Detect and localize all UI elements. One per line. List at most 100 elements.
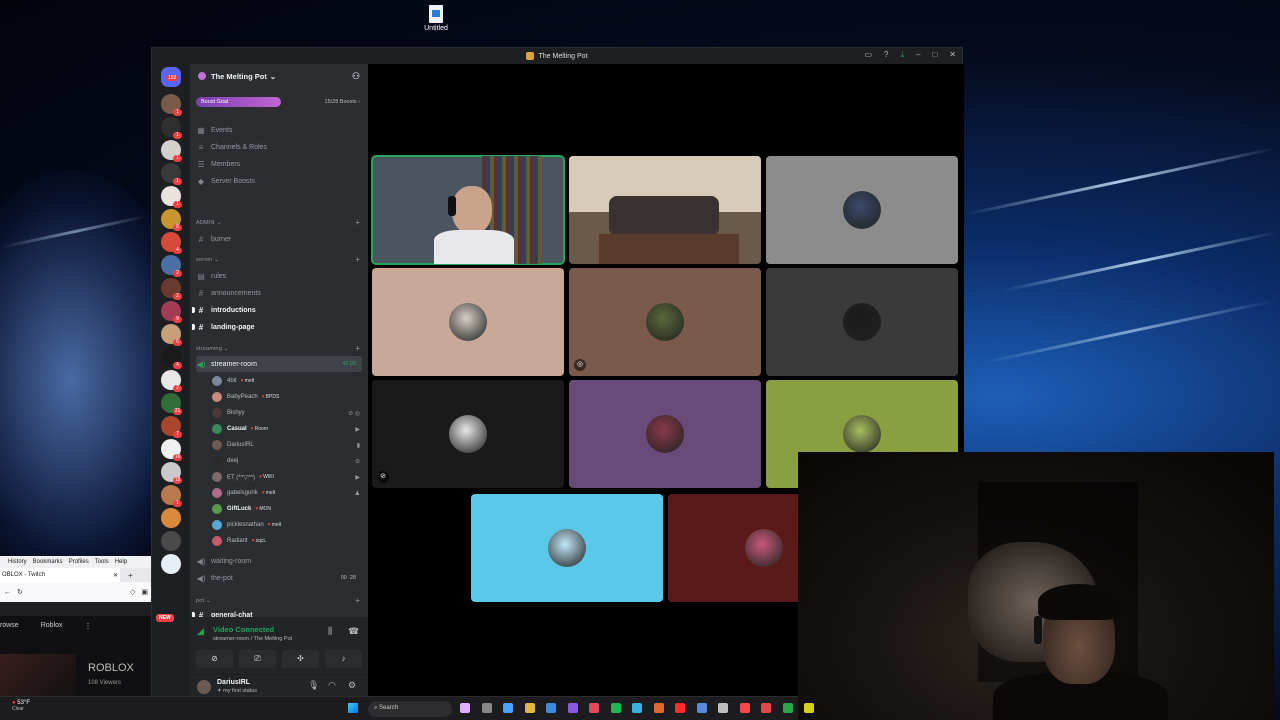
activities-button[interactable]: ✣	[282, 650, 319, 668]
participant-tile[interactable]	[766, 156, 958, 264]
taskbar-app-icon[interactable]	[546, 703, 556, 713]
participant-tile[interactable]: ⊘	[372, 380, 564, 488]
taskbar-app-icon[interactable]	[696, 703, 707, 713]
headphones-icon[interactable]: ◠	[328, 680, 336, 691]
windows-start-icon[interactable]	[348, 703, 358, 713]
channel-introductions[interactable]: # introductions	[192, 302, 362, 318]
channel-rules[interactable]: ▤ rules	[196, 268, 362, 284]
taskbar-app-icon[interactable]	[718, 703, 728, 713]
menu-events[interactable]: ▦ Events	[196, 122, 362, 138]
category-streaming[interactable]: streaming ⌄	[196, 346, 229, 352]
channel-the-pot[interactable]: ◀) the-pot 00 28	[196, 570, 362, 586]
taskbar-app-icon[interactable]	[524, 703, 535, 713]
microphone-icon[interactable]: 🎙︎	[308, 680, 319, 691]
voice-user[interactable]: picklesnathan ♥melt	[212, 517, 364, 533]
channel-burner[interactable]: # burner	[196, 231, 362, 247]
channel-landing-page[interactable]: # landing-page	[192, 319, 362, 335]
voice-user[interactable]: GiftLuck ♥MON	[212, 501, 364, 517]
reload-icon[interactable]: ↻	[17, 588, 23, 596]
browser-tab[interactable]: OBLOX - Twitch ✕	[0, 568, 120, 582]
menu-help[interactable]: Help	[115, 559, 127, 565]
minimize-icon[interactable]: –	[916, 50, 920, 60]
server-icon[interactable]	[161, 508, 181, 528]
voice-user[interactable]: BabyPeach ♥BPDS	[212, 389, 364, 405]
nav-browse[interactable]: rowse	[0, 622, 19, 630]
noise-suppression-icon[interactable]: ⫼	[328, 626, 332, 637]
taskbar-app-icon[interactable]	[460, 703, 470, 713]
stream-thumbnail[interactable]	[0, 654, 76, 698]
server-icon[interactable]	[161, 531, 181, 551]
new-tab-icon[interactable]: +	[128, 571, 133, 580]
menu-members[interactable]: ☰ Members	[196, 156, 362, 172]
invite-people-icon[interactable]: ⚇	[352, 71, 360, 82]
boost-goal[interactable]: Boost Goal 15/28 Boosts ›	[196, 97, 360, 107]
voice-user[interactable]: 4bit ♥melt	[212, 373, 364, 389]
taskbar-app-icon[interactable]	[761, 703, 771, 713]
back-icon[interactable]: ←	[4, 589, 11, 596]
channel-waiting-room[interactable]: ◀) waiting-room	[196, 553, 362, 569]
taskbar-app-icon[interactable]	[804, 703, 814, 713]
participant-tile[interactable]: ◎	[569, 268, 761, 376]
inbox-icon[interactable]: ▭	[864, 50, 872, 60]
weather-widget[interactable]: ● 53°F Clear	[12, 700, 30, 712]
download-icon[interactable]: ⤓	[900, 50, 904, 60]
menu-profiles[interactable]: Profiles	[69, 559, 89, 565]
category-server[interactable]: server ⌄	[196, 257, 219, 263]
camera-button[interactable]: ⊘	[196, 650, 233, 668]
participant-tile[interactable]	[372, 268, 564, 376]
connection-status[interactable]: Video Connected	[213, 625, 274, 634]
voice-user[interactable]: gabelsgunk ♥melt ♟	[212, 485, 364, 501]
soundboard-button[interactable]: ♪	[325, 650, 362, 668]
participant-tile[interactable]	[766, 268, 958, 376]
taskbar-app-icon[interactable]	[739, 703, 750, 713]
voice-user[interactable]: ET (*^▽^*) ♥WIKI ▶	[212, 469, 364, 485]
menu-channels-roles[interactable]: ≡ Channels & Roles	[196, 139, 362, 155]
server-header[interactable]: The Melting Pot ⌄ ⚇	[190, 64, 368, 88]
category-admin[interactable]: ADMIN ⌄	[196, 220, 221, 226]
menu-server-boosts[interactable]: ◆ Server Boosts	[196, 173, 362, 189]
username[interactable]: DariusIRL	[217, 679, 250, 686]
screen-share-button[interactable]: ⎚	[239, 650, 276, 668]
add-channel-icon[interactable]: +	[355, 218, 360, 227]
participant-tile[interactable]	[569, 380, 761, 488]
taskbar-app-icon[interactable]	[481, 703, 492, 713]
taskbar-search[interactable]: ⌕ Search	[368, 701, 452, 717]
desktop-file-icon[interactable]: Untitled	[421, 5, 451, 32]
taskbar-app-icon[interactable]	[610, 703, 621, 713]
channel-streamer-room[interactable]: ◀) streamer-room 42:26	[196, 356, 362, 372]
server-icon[interactable]	[161, 554, 181, 574]
settings-gear-icon[interactable]: ⚙	[348, 680, 356, 691]
taskbar-app-icon[interactable]	[632, 703, 642, 713]
voice-user[interactable]: Casual ♥Room ▶	[212, 421, 364, 437]
voice-user[interactable]: Radiant ♥sqcL	[212, 533, 364, 549]
video-tile[interactable]	[371, 155, 565, 265]
help-icon[interactable]: ?	[884, 50, 888, 60]
shield-icon[interactable]: ◇	[130, 588, 135, 596]
taskbar-app-icon[interactable]	[503, 703, 513, 713]
category-pot[interactable]: pot ⌄	[196, 598, 211, 604]
menu-tools[interactable]: Tools	[95, 559, 109, 565]
menu-bookmarks[interactable]: Bookmarks	[33, 559, 63, 565]
add-channel-icon[interactable]: +	[355, 596, 360, 605]
video-tile[interactable]	[569, 156, 761, 264]
add-channel-icon[interactable]: +	[355, 255, 360, 264]
avatar[interactable]	[197, 680, 211, 694]
voice-user[interactable]: Bishyy ⊘ ◎	[212, 405, 364, 421]
disconnect-icon[interactable]: ☎	[348, 626, 359, 637]
taskbar-app-icon[interactable]	[589, 703, 599, 713]
voice-user[interactable]: DariusIRL ▮	[212, 437, 364, 453]
voice-user[interactable]: deej ⊘	[212, 453, 364, 469]
more-icon[interactable]: ⋮	[84, 622, 91, 630]
maximize-icon[interactable]: □	[932, 50, 937, 60]
signal-icon[interactable]: ◢	[197, 626, 204, 637]
connection-location[interactable]: streamer-room / The Melting Pot	[213, 636, 292, 642]
taskbar-app-icon[interactable]	[782, 703, 793, 713]
browser-urlbar[interactable]: ← ↻ ◇ ▣	[0, 582, 152, 602]
taskbar-app-icon[interactable]	[653, 703, 664, 713]
close-icon[interactable]: ✕	[113, 572, 118, 579]
channel-announcements[interactable]: # announcements	[196, 285, 362, 301]
close-window-icon[interactable]: ✕	[949, 50, 956, 60]
add-channel-icon[interactable]: +	[355, 344, 360, 353]
nav-roblox[interactable]: Roblox	[41, 622, 63, 630]
participant-tile[interactable]	[471, 494, 663, 602]
